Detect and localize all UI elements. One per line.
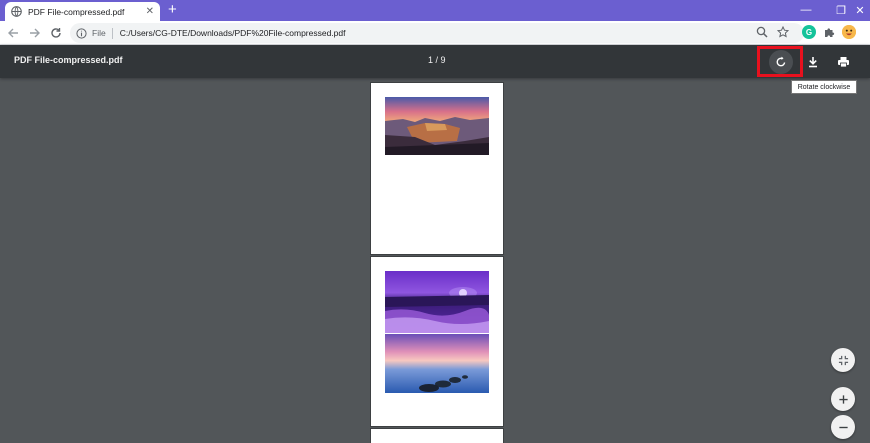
purple-seashore-image [385, 271, 489, 333]
fit-to-page-button[interactable] [831, 348, 855, 372]
scheme-label: File [92, 27, 113, 39]
fit-to-page-icon [838, 355, 848, 365]
tab-pdf[interactable]: PDF File-compressed.pdf ✕ [5, 2, 160, 21]
document-title: PDF File-compressed.pdf [14, 55, 123, 65]
forward-arrow-icon[interactable] [27, 25, 43, 41]
rotate-tooltip: Rotate clockwise [791, 80, 857, 94]
zoom-out-icon [838, 426, 848, 428]
address-bar[interactable]: File C:/Users/CG-DTE/Downloads/PDF%20Fil… [70, 23, 804, 43]
tab-strip: PDF File-compressed.pdf ✕ + — ❐ ✕ [0, 0, 870, 21]
print-button[interactable] [831, 50, 855, 74]
pdf-toolbar: PDF File-compressed.pdf 1 / 9 [0, 45, 870, 78]
profile-avatar-icon[interactable] [842, 25, 856, 39]
info-icon[interactable] [76, 27, 87, 39]
globe-icon [11, 6, 22, 17]
download-icon [809, 57, 817, 68]
tab-title: PDF File-compressed.pdf [28, 6, 125, 17]
pdf-page-2 [371, 257, 503, 426]
download-button[interactable] [801, 50, 825, 74]
grammarly-extension-icon[interactable]: G [802, 25, 816, 39]
new-tab-button[interactable]: + [168, 2, 177, 18]
tab-close-icon[interactable]: ✕ [146, 6, 154, 17]
canyon-sunset-image [385, 97, 489, 155]
ocean-rocks-sunset-image [385, 334, 489, 393]
zoom-in-button[interactable] [831, 387, 855, 411]
reload-icon[interactable] [48, 25, 64, 41]
page-indicator[interactable]: 1 / 9 [428, 55, 446, 65]
zoom-in-icon [838, 394, 848, 404]
bookmark-star-icon[interactable] [776, 25, 790, 39]
zoom-out-button[interactable] [831, 415, 855, 439]
url-text[interactable]: C:/Users/CG-DTE/Downloads/PDF%20File-com… [120, 28, 346, 38]
pdf-page-3 [371, 429, 503, 443]
print-icon [837, 57, 849, 68]
close-window-button[interactable]: ✕ [850, 1, 870, 19]
highlight-annotation-box [757, 46, 803, 77]
browser-toolbar: File C:/Users/CG-DTE/Downloads/PDF%20Fil… [0, 21, 870, 45]
extensions-puzzle-icon[interactable] [822, 25, 836, 39]
zoom-magnifier-icon[interactable] [755, 25, 769, 39]
back-arrow-icon[interactable] [5, 25, 21, 41]
minimize-button[interactable]: — [791, 1, 821, 19]
pdf-page-1 [371, 83, 503, 254]
